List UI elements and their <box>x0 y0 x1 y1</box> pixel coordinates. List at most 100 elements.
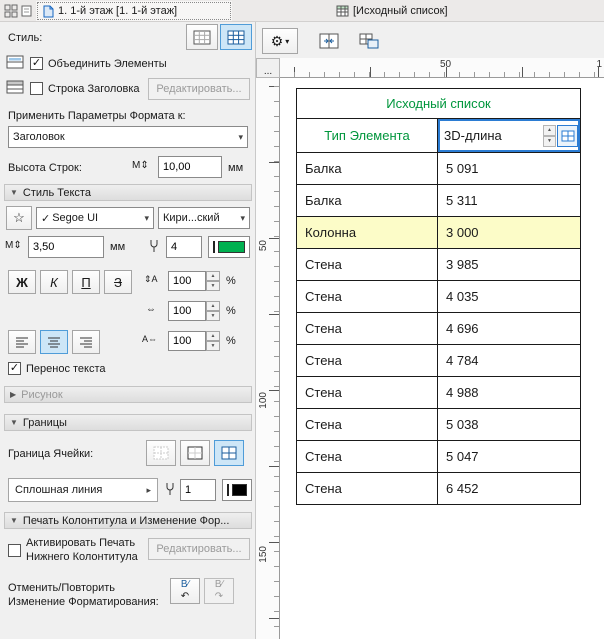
cell-element-type[interactable]: Стена <box>297 441 438 473</box>
scheme-settings-button[interactable]: ⚙ ▾ <box>262 28 298 54</box>
apply-format-select[interactable]: Заголовок ▾ <box>8 126 248 148</box>
cell-3d-length[interactable]: 5 038 <box>438 409 581 441</box>
star-icon: ☆ <box>13 210 25 226</box>
undo-redo-label-line2: Изменение Форматирования: <box>8 596 159 608</box>
strikethrough-button[interactable]: З <box>104 270 132 294</box>
width-factor-icon: ⇔ <box>146 304 156 315</box>
schedule-canvas[interactable]: Исходный список Тип Элемента 3D-длина ▲ … <box>280 78 604 639</box>
section-borders[interactable]: ▼ Границы <box>4 414 252 431</box>
cell-element-type[interactable]: Балка <box>297 153 438 185</box>
section-header-print[interactable]: ▼ Печать Колонтитула и Изменение Фор... <box>4 512 252 529</box>
cell-split-button[interactable] <box>352 28 386 54</box>
cell-merge-button[interactable] <box>312 28 346 54</box>
cell-element-type[interactable]: Стена <box>297 313 438 345</box>
tab-schedule[interactable]: [Исходный список] <box>330 1 490 21</box>
column-header-3d-length[interactable]: 3D-длина ▲ ▼ <box>438 119 581 153</box>
strikethrough-label: З <box>114 275 122 290</box>
border-pen-color-button[interactable] <box>222 479 252 501</box>
wrap-text-checkbox[interactable]: ✓ <box>8 362 21 375</box>
letter-spacing-input[interactable] <box>168 331 206 351</box>
style-label: Стиль: <box>8 32 42 44</box>
merge-elements-icon <box>6 54 24 70</box>
redo-format-button[interactable]: B∕ ↷ <box>204 578 234 604</box>
cell-3d-length[interactable]: 5 311 <box>438 185 581 217</box>
favorites-button[interactable]: ☆ <box>6 206 32 230</box>
cell-element-type[interactable]: Стена <box>297 281 438 313</box>
table-title[interactable]: Исходный список <box>297 89 581 119</box>
cell-element-type[interactable]: Стена <box>297 409 438 441</box>
cell-3d-length[interactable]: 6 452 <box>438 473 581 505</box>
cell-element-type[interactable]: Колонна <box>297 217 438 249</box>
width-factor-input[interactable] <box>168 301 206 321</box>
footer-print-checkbox[interactable] <box>8 544 21 557</box>
vertical-ruler[interactable]: 50 100 150 <box>256 78 280 639</box>
cell-3d-length[interactable]: 5 047 <box>438 441 581 473</box>
font-script-select[interactable]: Кири...ский ▾ <box>158 207 250 229</box>
align-left-button[interactable] <box>8 330 36 354</box>
footer-print-label-line1: Активировать Печать <box>26 537 135 549</box>
letter-spacing-stepper[interactable]: ▲ ▼ <box>206 331 220 351</box>
vruler-label-100: 100 <box>258 392 269 409</box>
redo-icon: ↷ <box>215 592 223 602</box>
cell-3d-length[interactable]: 4 696 <box>438 313 581 345</box>
section-text-style-label: Стиль Текста <box>23 187 91 199</box>
ruler-options-button[interactable]: ... <box>256 58 280 78</box>
table-header-row: Тип Элемента 3D-длина ▲ ▼ <box>297 119 581 153</box>
text-pen-input[interactable] <box>166 236 202 258</box>
italic-button[interactable]: К <box>40 270 68 294</box>
underline-button[interactable]: П <box>72 270 100 294</box>
table-style-2-button[interactable] <box>220 24 252 50</box>
tab-floor-plan[interactable]: 1. 1-й этаж [1. 1-й этаж] <box>36 1 232 21</box>
pen-color-black-swatch <box>232 484 247 496</box>
edit-footer-button[interactable]: Редактировать... <box>148 538 250 560</box>
cell-3d-length[interactable]: 4 784 <box>438 345 581 377</box>
table-row: Стена4 035 <box>297 281 581 313</box>
pen-indicator <box>227 484 229 496</box>
tab-schedule-label: [Исходный список] <box>353 5 448 17</box>
width-factor-stepper[interactable]: ▲ ▼ <box>206 301 220 321</box>
section-text-style[interactable]: ▼ Стиль Текста <box>4 184 252 201</box>
cell-3d-length[interactable]: 3 000 <box>438 217 581 249</box>
new-tab-icon[interactable] <box>20 4 34 18</box>
font-check-icon: ✓ <box>41 212 50 225</box>
cell-3d-length[interactable]: 5 091 <box>438 153 581 185</box>
tab-overview-icon[interactable] <box>4 4 18 18</box>
align-right-button[interactable] <box>72 330 100 354</box>
cell-3d-length[interactable]: 3 985 <box>438 249 581 281</box>
border-all-button[interactable] <box>214 440 244 466</box>
column-header-element-type[interactable]: Тип Элемента <box>297 119 438 153</box>
align-center-button[interactable] <box>40 330 68 354</box>
cell-options-button[interactable] <box>557 125 578 147</box>
border-outline-button[interactable] <box>180 440 210 466</box>
merge-elements-checkbox[interactable]: ✓ <box>30 57 43 70</box>
cell-3d-length[interactable]: 4 035 <box>438 281 581 313</box>
font-family-select[interactable]: ✓ Segoe UI ▾ <box>36 207 154 229</box>
table-style-1-button[interactable] <box>186 24 218 50</box>
line-spacing-stepper[interactable]: ▲ ▼ <box>206 271 220 291</box>
undo-redo-label-line1: Отменить/Повторить <box>8 582 115 594</box>
cell-element-type[interactable]: Стена <box>297 249 438 281</box>
horizontal-ruler[interactable]: 50 1 <box>280 58 604 78</box>
letter-spacing-icon: A⇔ <box>142 334 157 344</box>
section-picture[interactable]: ▶ Рисунок <box>4 386 252 403</box>
edit-header-button[interactable]: Редактировать... <box>148 78 250 100</box>
row-height-input[interactable] <box>158 156 222 178</box>
header-row-checkbox[interactable] <box>30 82 43 95</box>
text-pen-color-button[interactable] <box>208 236 250 258</box>
line-spacing-input[interactable] <box>168 271 206 291</box>
font-size-input[interactable] <box>28 236 104 258</box>
cell-element-type[interactable]: Стена <box>297 377 438 409</box>
bold-button[interactable]: Ж <box>8 270 36 294</box>
column-sort-stepper[interactable]: ▲ ▼ <box>543 125 556 147</box>
column-header-3d-length-label: 3D-длина <box>444 128 502 143</box>
row-height-unit: мм <box>228 162 243 174</box>
cell-3d-length[interactable]: 4 988 <box>438 377 581 409</box>
table-body: Балка5 091Балка5 311Колонна3 000Стена3 9… <box>297 153 581 505</box>
border-pen-input[interactable] <box>180 479 216 501</box>
line-type-select[interactable]: Сплошная линия ▸ <box>8 478 158 502</box>
cell-element-type[interactable]: Стена <box>297 473 438 505</box>
undo-format-button[interactable]: B∕ ↶ <box>170 578 200 604</box>
cell-element-type[interactable]: Балка <box>297 185 438 217</box>
cell-element-type[interactable]: Стена <box>297 345 438 377</box>
border-none-button[interactable] <box>146 440 176 466</box>
